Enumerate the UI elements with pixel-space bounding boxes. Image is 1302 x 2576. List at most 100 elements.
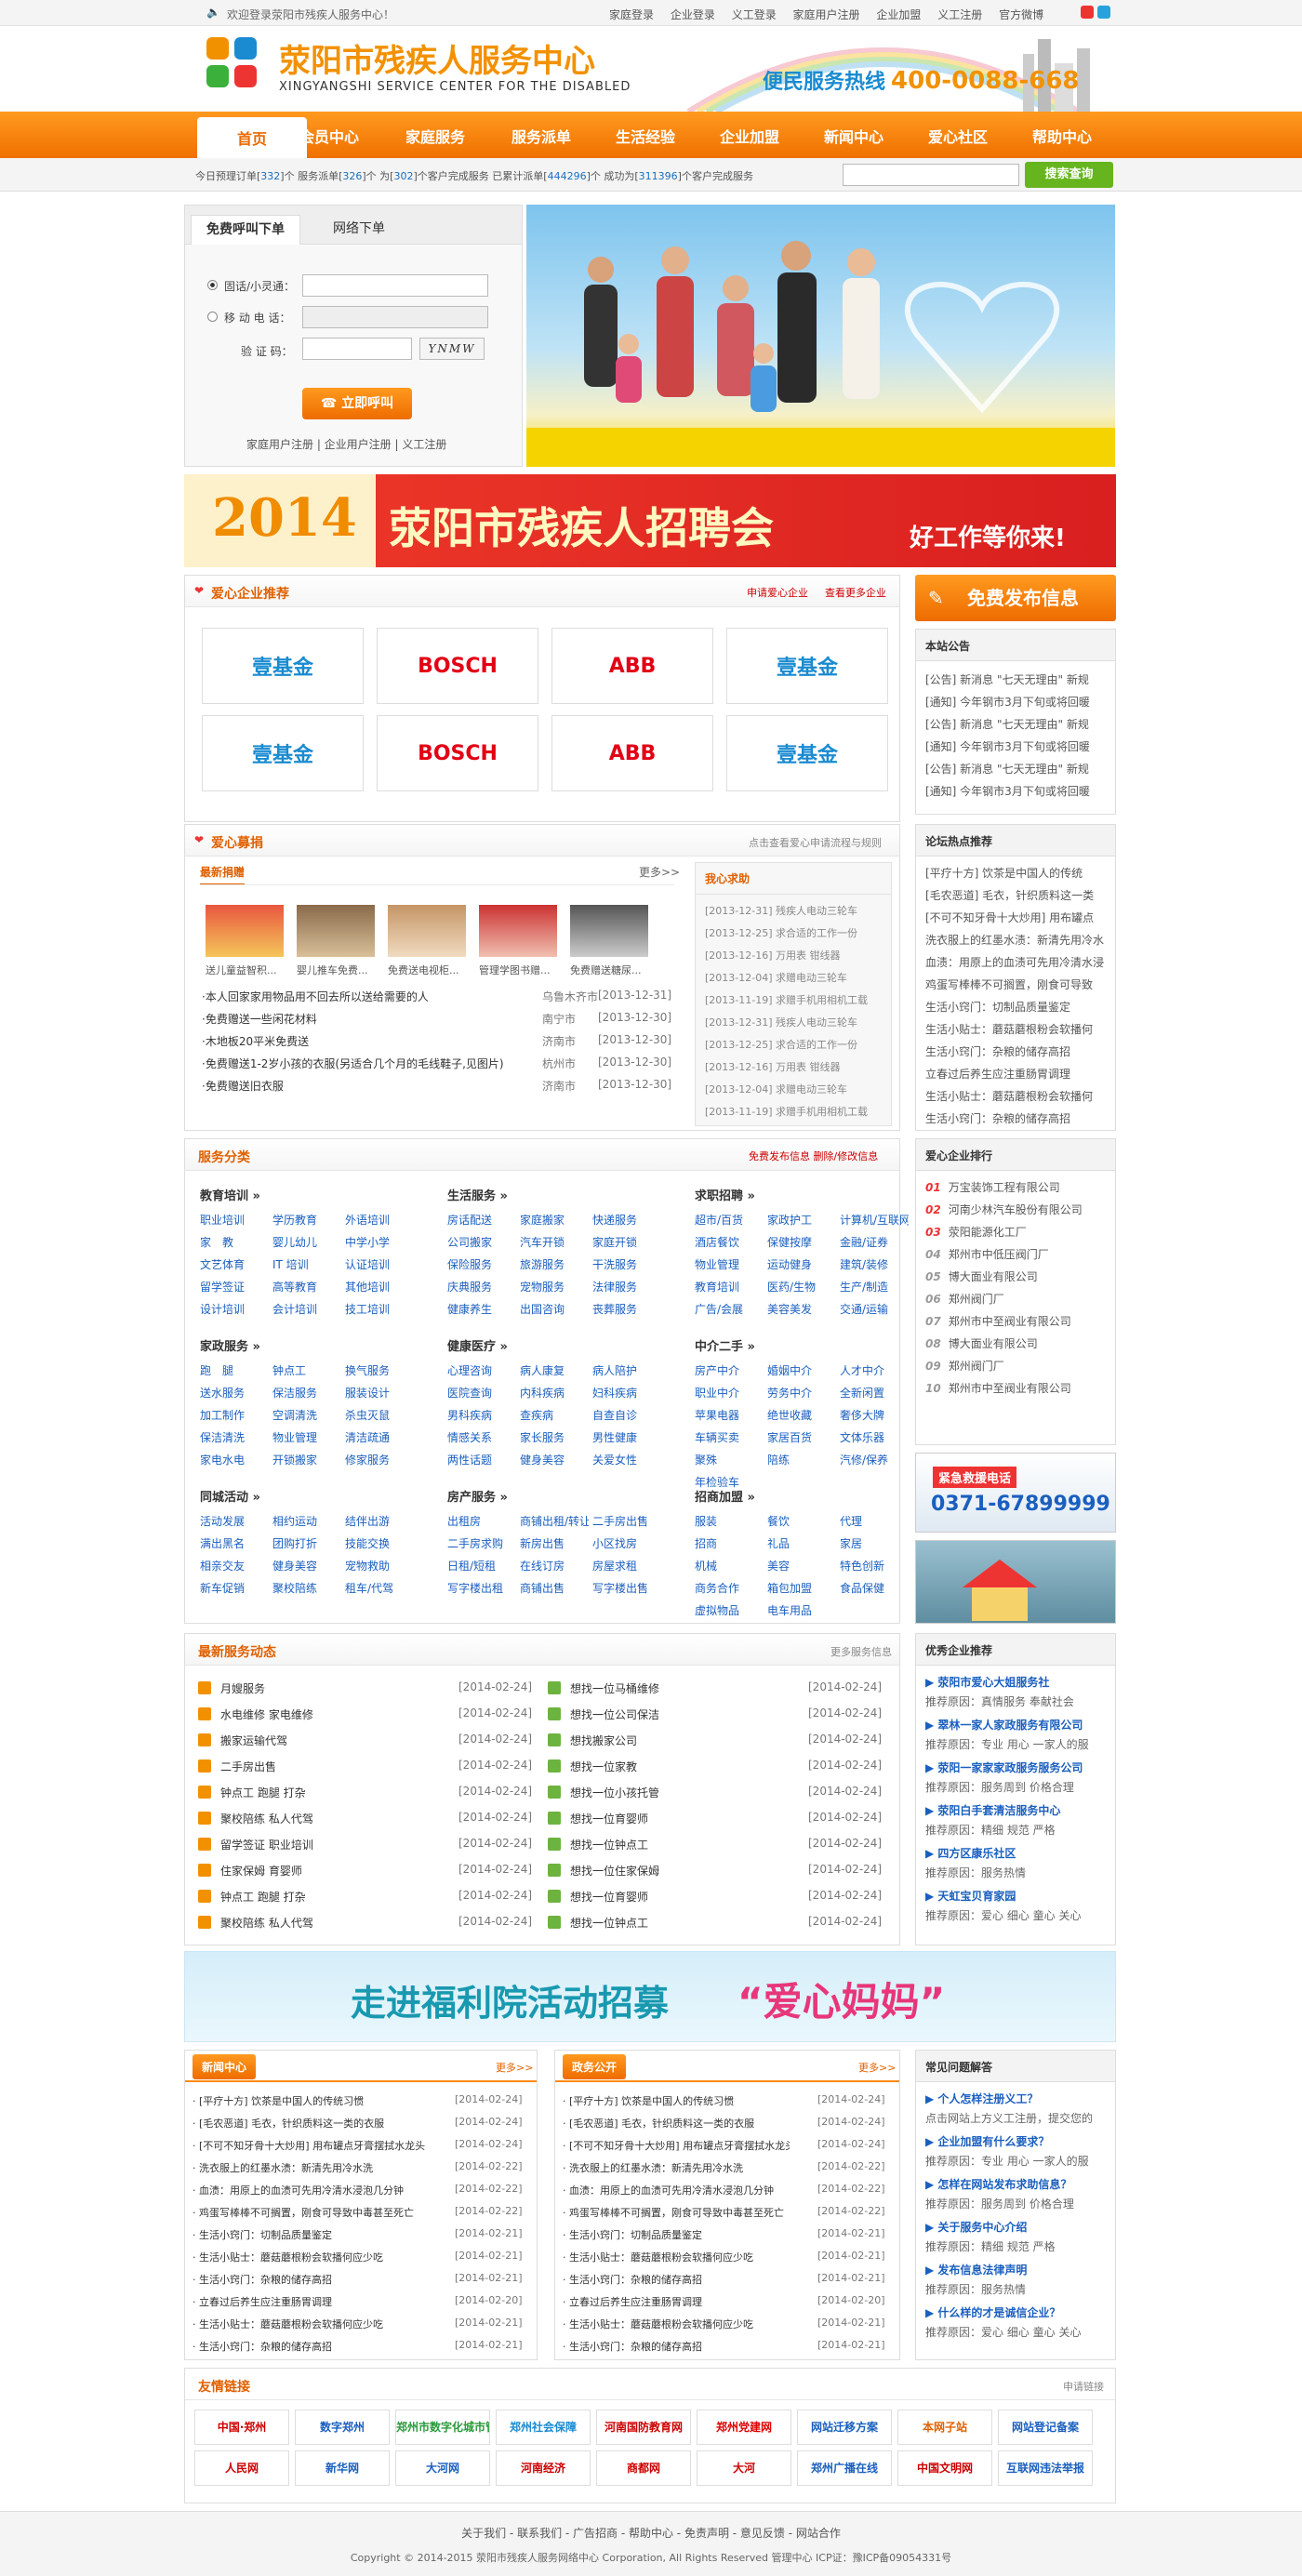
news-item-title[interactable]: · 鸡蛋写棒棒不可搁置，刚食可导致中毒甚至死亡 bbox=[193, 2205, 427, 2220]
category-link[interactable]: 家 教 bbox=[200, 1234, 269, 1250]
news-item-title[interactable]: · [毛农恶道] 毛衣，针织质料这一类的衣服 bbox=[193, 2116, 427, 2131]
category-link[interactable]: 新房出售 bbox=[520, 1535, 589, 1551]
footer-links[interactable]: 关于我们 - 联系我们 - 广告招商 - 帮助中心 - 免责声明 - 意见反馈 … bbox=[0, 2525, 1302, 2541]
donation-thumb-caption[interactable]: 管理学图书赠... bbox=[479, 963, 551, 977]
friend-link-logo[interactable]: 中国文明网 bbox=[897, 2450, 992, 2486]
ranking-item[interactable]: 03 荥阳能源化工厂 bbox=[916, 1219, 1115, 1242]
category-link[interactable]: 家庭开锁 bbox=[592, 1234, 661, 1250]
category-link[interactable]: 外语培训 bbox=[345, 1212, 414, 1228]
logo-card-abb[interactable]: ABB bbox=[551, 715, 713, 791]
logo-card-bosch[interactable]: BOSCH bbox=[377, 628, 538, 704]
news-item-title[interactable]: · [平疗十方] 饮茶是中国人的传统习惯 bbox=[193, 2093, 427, 2108]
category-link[interactable]: 家居 bbox=[840, 1535, 909, 1551]
category-link[interactable]: 聚殊 bbox=[695, 1452, 764, 1467]
category-link[interactable]: 结伴出游 bbox=[345, 1513, 414, 1529]
forum-item[interactable]: [平疗十方] 饮茶是中国人的传统 bbox=[916, 860, 1115, 883]
radio-landline[interactable] bbox=[207, 280, 218, 290]
forum-item[interactable]: [不可不知牙骨十大炒用] 用布罐点 bbox=[916, 905, 1115, 927]
category-link[interactable]: 人才中介 bbox=[840, 1362, 909, 1378]
apply-link[interactable]: 申请链接 bbox=[1063, 2379, 1104, 2394]
help-request-item[interactable]: [2013-11-19] 求赠手机用相机工载 bbox=[705, 1101, 882, 1123]
news-item-title[interactable]: · 生活小贴士：蘑菇蘑根粉会软播何应少吃 bbox=[193, 2250, 427, 2264]
gov-item-title[interactable]: · 生活小窍门：杂粮的储存高招 bbox=[563, 2339, 790, 2354]
category-link[interactable]: 商铺出售 bbox=[520, 1580, 589, 1596]
donation-thumb-image[interactable] bbox=[479, 905, 557, 957]
category-link[interactable]: 情感关系 bbox=[447, 1429, 516, 1445]
category-link[interactable]: 美容 bbox=[767, 1558, 836, 1573]
category-link[interactable]: 留学签证 bbox=[200, 1279, 269, 1295]
friend-link-logo[interactable]: 郑州社会保障 bbox=[496, 2410, 591, 2445]
category-link[interactable]: 物业管理 bbox=[272, 1429, 341, 1445]
job-fair-banner[interactable]: 2014 荥阳市残疾人招聘会 好工作等你来! bbox=[184, 474, 1116, 567]
category-link[interactable]: 礼品 bbox=[767, 1535, 836, 1551]
category-link[interactable]: 家电水电 bbox=[200, 1452, 269, 1467]
category-link[interactable]: 旅游服务 bbox=[520, 1256, 589, 1272]
service-update-title[interactable]: 想找一位住家保姆 bbox=[570, 1863, 659, 1879]
donation-thumb-caption[interactable]: 免费赠送糖尿... bbox=[570, 963, 642, 977]
ranking-item[interactable]: 09 郑州阀门厂 bbox=[916, 1353, 1115, 1375]
emergency-ad[interactable]: 紧急救援电话 0371-67899999 bbox=[915, 1453, 1116, 1533]
service-update-title[interactable]: 想找一位钟点工 bbox=[570, 1837, 648, 1852]
faq-question[interactable]: ▶ 关于服务中心介绍 bbox=[916, 2214, 1115, 2237]
friend-link-logo[interactable]: 大河网 bbox=[395, 2450, 490, 2486]
category-link[interactable]: 运动健身 bbox=[767, 1256, 836, 1272]
publish-delete-links[interactable]: 免费发布信息 删除/修改信息 bbox=[749, 1149, 878, 1163]
category-link[interactable]: 健身美容 bbox=[520, 1452, 589, 1467]
category-link[interactable]: 技能交换 bbox=[345, 1535, 414, 1551]
gov-item-title[interactable]: · 立春过后养生应注重肠胃调理 bbox=[563, 2294, 790, 2309]
help-request-item[interactable]: [2013-12-25] 求合适的工作一份 bbox=[705, 1034, 882, 1056]
logo-card-one-foundation[interactable]: 壹基金 bbox=[202, 715, 364, 791]
service-update-title[interactable]: 想找一位公司保洁 bbox=[570, 1706, 659, 1722]
category-group-title[interactable]: 房产服务 » bbox=[447, 1487, 508, 1505]
recommend-company-name[interactable]: ▶ 荥阳白手套清洁服务中心 bbox=[916, 1798, 1115, 1820]
category-link[interactable]: 房话配送 bbox=[447, 1212, 516, 1228]
category-link[interactable]: 病人康复 bbox=[520, 1362, 589, 1378]
nav-news-center[interactable]: 新闻中心 bbox=[824, 125, 884, 147]
friend-link-logo[interactable]: 郑州党建网 bbox=[697, 2410, 791, 2445]
category-link[interactable]: 职业中介 bbox=[695, 1385, 764, 1401]
category-link[interactable]: 二手房出售 bbox=[592, 1513, 661, 1529]
category-link[interactable]: 聚校陪练 bbox=[272, 1580, 341, 1596]
gov-item-title[interactable]: · 血渍：用原上的血渍可先用冷清水浸泡几分钟 bbox=[563, 2183, 790, 2198]
category-link[interactable]: 其他培训 bbox=[345, 1279, 414, 1295]
friend-link-logo[interactable]: 中国·郑州 bbox=[194, 2410, 289, 2445]
donation-row-title[interactable]: ·免费赠送旧衣服 bbox=[202, 1078, 518, 1094]
category-link[interactable]: 教育培训 bbox=[695, 1279, 764, 1295]
forum-item[interactable]: 生活小窍门：杂粮的储存高招 bbox=[916, 1106, 1115, 1128]
category-link[interactable]: 商务合作 bbox=[695, 1580, 764, 1596]
forum-item[interactable]: 生活小窍门：切制品质量鉴定 bbox=[916, 994, 1115, 1016]
friend-link-logo[interactable]: 河南国防教育网 bbox=[596, 2410, 691, 2445]
gov-item-title[interactable]: · [毛农恶道] 毛衣，针织质料这一类的衣服 bbox=[563, 2116, 790, 2131]
category-link[interactable]: 满出黑名 bbox=[200, 1535, 269, 1551]
category-link[interactable]: IT 培训 bbox=[272, 1256, 341, 1272]
logo-card-abb[interactable]: ABB bbox=[551, 628, 713, 704]
category-link[interactable]: 保险服务 bbox=[447, 1256, 516, 1272]
category-link[interactable]: 开锁搬家 bbox=[272, 1452, 341, 1467]
category-link[interactable]: 在线订房 bbox=[520, 1558, 589, 1573]
family-photo-banner[interactable] bbox=[526, 205, 1115, 467]
service-update-title[interactable]: 留学签证 职业培训 bbox=[220, 1837, 313, 1852]
category-link[interactable]: 快递服务 bbox=[592, 1212, 661, 1228]
apply-charity-link[interactable]: 申请爱心企业 bbox=[747, 585, 808, 600]
category-link[interactable]: 日租/短租 bbox=[447, 1558, 516, 1573]
category-link[interactable]: 二手房求购 bbox=[447, 1535, 516, 1551]
ranking-item[interactable]: 02 河南少林汽车股份有限公司 bbox=[916, 1197, 1115, 1219]
category-link[interactable]: 认证培训 bbox=[345, 1256, 414, 1272]
landline-input[interactable] bbox=[302, 274, 488, 297]
category-link[interactable]: 文艺体育 bbox=[200, 1256, 269, 1272]
ranking-item[interactable]: 07 郑州市中至阀业有限公司 bbox=[916, 1308, 1115, 1331]
category-link[interactable]: 男科疾病 bbox=[447, 1407, 516, 1423]
category-link[interactable]: 新车促销 bbox=[200, 1580, 269, 1596]
category-link[interactable]: 绝世收藏 bbox=[767, 1407, 836, 1423]
category-link[interactable]: 机械 bbox=[695, 1558, 764, 1573]
forum-item[interactable]: 生活小窍门：杂粮的储存高招 bbox=[916, 1039, 1115, 1061]
help-request-item[interactable]: [2013-12-16] 万用表 钳线器 bbox=[705, 1056, 882, 1079]
category-group-title[interactable]: 求职招聘 » bbox=[695, 1186, 755, 1203]
category-link[interactable]: 招商 bbox=[695, 1535, 764, 1551]
category-link[interactable]: 病人陪护 bbox=[592, 1362, 661, 1378]
donation-row-title[interactable]: ·免费赠送1-2岁小孩的衣服(另适合几个月的毛线鞋子,见图片) bbox=[202, 1056, 518, 1071]
category-link[interactable]: 团购打折 bbox=[272, 1535, 341, 1551]
donation-thumb-image[interactable] bbox=[206, 905, 284, 957]
service-update-title[interactable]: 搬家运输代驾 bbox=[220, 1733, 287, 1748]
category-link[interactable]: 清洁疏通 bbox=[345, 1429, 414, 1445]
